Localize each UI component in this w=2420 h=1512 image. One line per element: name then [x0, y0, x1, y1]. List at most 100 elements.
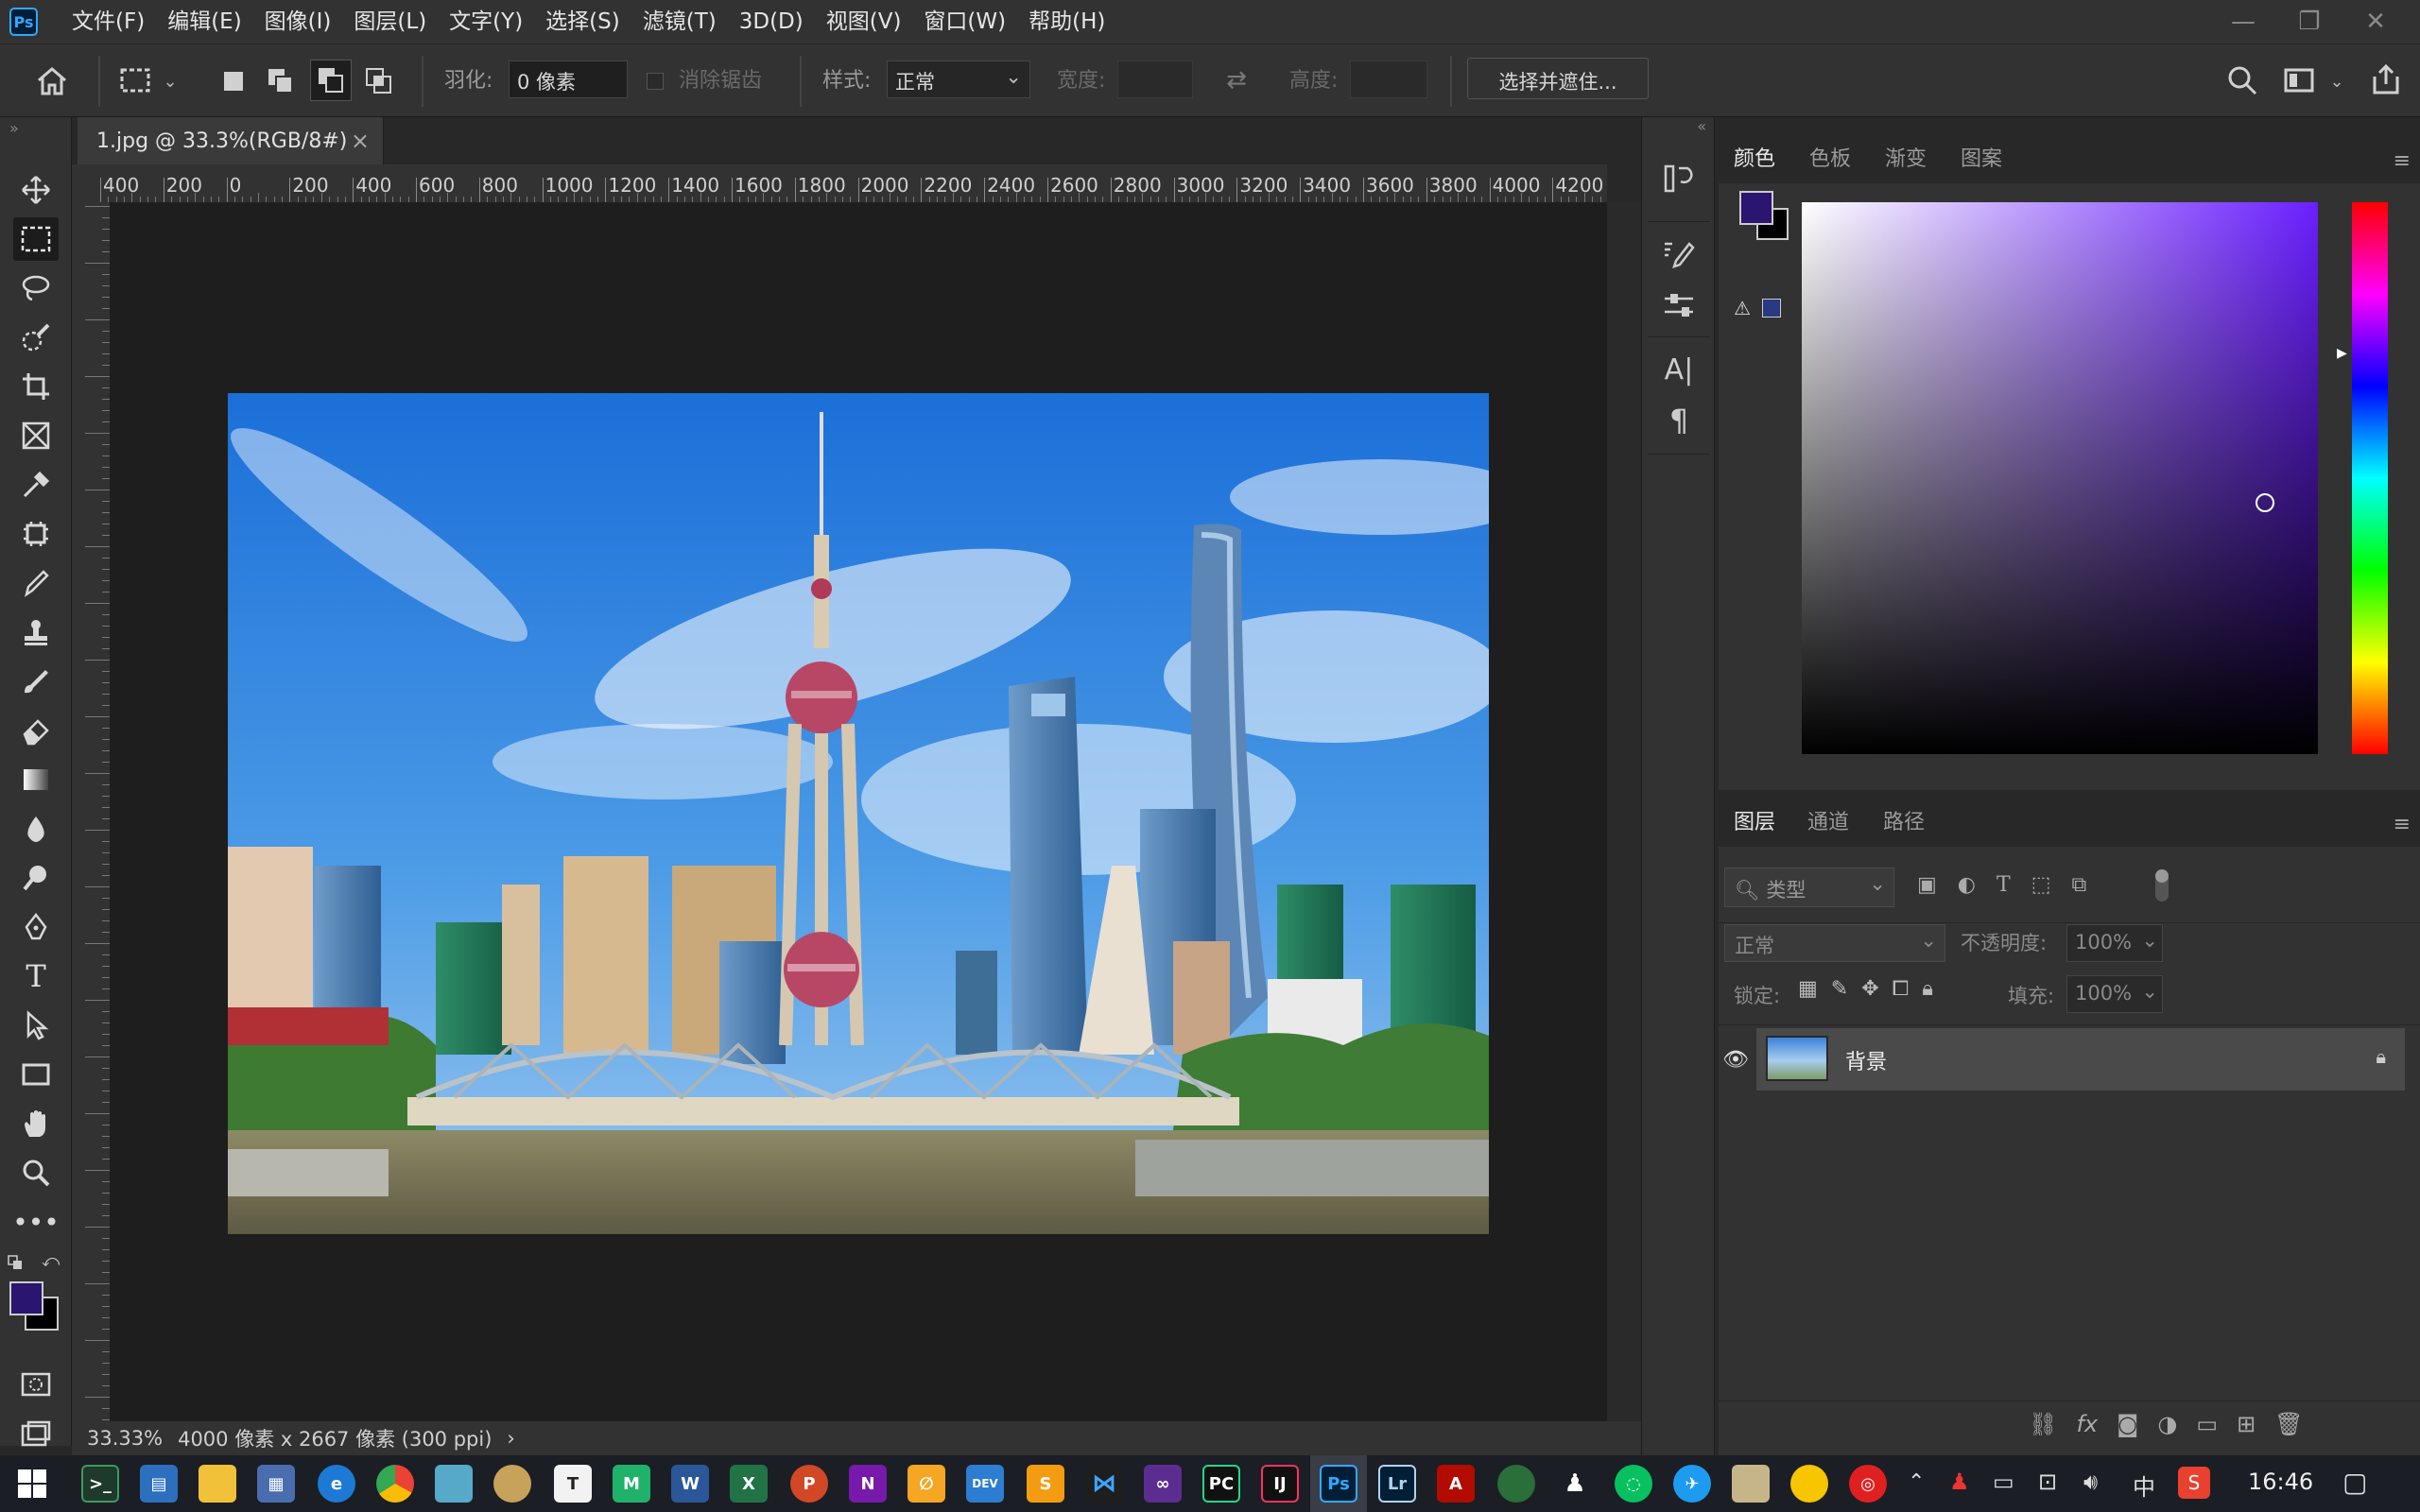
wechat-icon[interactable]: ◌ — [1615, 1465, 1652, 1503]
brush-tool-icon[interactable] — [13, 561, 59, 605]
layer-row[interactable]: 👁︎ 背景 🔒︎ — [1719, 1028, 2420, 1091]
quick-selection-tool-icon[interactable] — [13, 316, 59, 359]
swap-colors-icon[interactable]: ⤺ — [42, 1251, 60, 1271]
web-safe-swatch[interactable] — [1762, 299, 1781, 318]
type-tool-icon[interactable]: T — [13, 954, 59, 998]
panel-menu-icon[interactable]: ≡ — [2394, 149, 2411, 173]
filter-pixel-icon[interactable]: ▣ — [1917, 873, 1937, 902]
menu-3d[interactable]: 3D(D) — [728, 0, 815, 43]
tab-swatches[interactable]: 色板 — [1809, 136, 1851, 183]
menu-type[interactable]: 文字(Y) — [438, 0, 534, 43]
acrobat-icon[interactable]: A — [1437, 1465, 1475, 1503]
quick-mask-icon[interactable] — [13, 1363, 59, 1406]
desktop-app-icon[interactable]: ▤ — [140, 1465, 178, 1503]
dodge-tool-icon[interactable] — [13, 856, 59, 900]
home-icon[interactable] — [30, 60, 74, 103]
game-app-icon[interactable] — [1497, 1465, 1535, 1503]
canvas-area[interactable] — [110, 202, 1607, 1421]
edge-browser-icon[interactable]: e — [318, 1465, 355, 1503]
eyedropper-tool-icon[interactable] — [13, 463, 59, 507]
menu-view[interactable]: 视图(V) — [815, 0, 913, 43]
ime-indicator[interactable]: 中 — [2133, 1469, 2155, 1502]
brush-settings-icon[interactable] — [1655, 231, 1703, 278]
new-selection-icon[interactable] — [214, 61, 253, 101]
character-panel-icon[interactable]: A| — [1655, 346, 1703, 393]
add-mask-icon[interactable]: ◙ — [2117, 1411, 2138, 1437]
swap-arrows-icon[interactable]: ⇄ — [1219, 63, 1253, 97]
typora-icon[interactable]: T — [554, 1465, 592, 1503]
paint-app-icon[interactable] — [493, 1465, 531, 1503]
marquee-tool-preset-icon[interactable] — [113, 60, 157, 103]
menu-layer[interactable]: 图层(L) — [342, 0, 438, 43]
layer-style-icon[interactable]: fx — [2076, 1411, 2098, 1437]
share-icon[interactable] — [2367, 60, 2405, 99]
menu-select[interactable]: 选择(S) — [534, 0, 631, 43]
height-input[interactable] — [1350, 60, 1427, 98]
menu-file[interactable]: 文件(F) — [60, 0, 156, 43]
chevron-down-icon[interactable]: ⌄ — [2325, 67, 2348, 95]
filter-type-icon[interactable]: T — [1996, 873, 2011, 902]
hand-tool-icon[interactable] — [13, 1102, 59, 1145]
path-selection-tool-icon[interactable] — [13, 1004, 59, 1047]
menu-image[interactable]: 图像(I) — [253, 0, 343, 43]
move-tool-icon[interactable] — [13, 168, 59, 212]
link-layers-icon[interactable]: ⛓ — [2029, 1411, 2057, 1437]
paragraph-panel-icon[interactable]: ¶ — [1655, 397, 1703, 444]
dev-cpp-icon[interactable]: DEV — [966, 1465, 1004, 1503]
opacity-input[interactable]: 100% ⌄ — [2066, 924, 2163, 962]
onenote-icon[interactable]: N — [849, 1465, 887, 1503]
color-panel-foreground-swatch[interactable] — [1739, 191, 1773, 225]
workspace-icon[interactable] — [2280, 61, 2318, 99]
frame-tool-icon[interactable] — [13, 414, 59, 457]
filter-toggle[interactable] — [2155, 869, 2169, 902]
gradient-tool-icon[interactable] — [13, 758, 59, 801]
frame-patch-tool-icon[interactable] — [13, 512, 59, 556]
lock-image-icon[interactable]: ✎ — [1831, 977, 1848, 1001]
delete-layer-icon[interactable]: 🗑︎ — [2274, 1411, 2303, 1437]
tab-gradients[interactable]: 渐变 — [1885, 136, 1927, 183]
new-layer-icon[interactable]: ⊞ — [2237, 1411, 2256, 1437]
default-colors-icon[interactable] — [8, 1255, 23, 1269]
feather-input[interactable]: 0 像素 — [509, 60, 628, 98]
lasso-tool-icon[interactable] — [13, 266, 59, 310]
lock-artboard-icon[interactable]: ⧠ — [1893, 977, 1910, 1001]
intellij-icon[interactable]: IJ — [1261, 1465, 1299, 1503]
subtract-selection-icon[interactable] — [310, 60, 352, 101]
tab-layers[interactable]: 图层 — [1734, 799, 1775, 847]
filter-adjustment-icon[interactable]: ◐ — [1958, 873, 1976, 902]
hue-slider[interactable] — [2352, 202, 2388, 754]
more-tools-icon[interactable]: ••• — [12, 1200, 60, 1244]
collapse-arrow-icon[interactable]: « — [1697, 117, 1706, 135]
minimize-button[interactable]: — — [2210, 0, 2276, 43]
layer-filter-select[interactable]: 🔍︎ 类型 ⌄ — [1724, 868, 1894, 907]
notes-app-icon[interactable] — [435, 1465, 473, 1503]
tab-channels[interactable]: 通道 — [1807, 799, 1849, 847]
history-brush-tool-icon[interactable] — [13, 660, 59, 703]
calculator-icon[interactable]: ▦ — [257, 1465, 295, 1503]
width-input[interactable] — [1117, 60, 1193, 98]
pen-tool-icon[interactable] — [13, 905, 59, 949]
eraser-tool-icon[interactable] — [13, 709, 59, 752]
chrome-icon[interactable] — [376, 1465, 414, 1503]
powerpoint-icon[interactable]: P — [790, 1465, 828, 1503]
sogou-ime-icon[interactable]: S — [2178, 1467, 2210, 1499]
select-and-mask-button[interactable]: 选择并遮住... — [1467, 58, 1649, 99]
chevron-down-icon[interactable]: ⌄ — [159, 67, 182, 95]
battery-icon[interactable]: ▭ — [1993, 1469, 2014, 1495]
lock-all-icon[interactable]: 🔒︎ — [1922, 977, 1933, 1001]
document-tab[interactable]: 1.jpg @ 33.3%(RGB/8#) × — [78, 117, 384, 164]
archive-app-icon[interactable] — [1732, 1465, 1770, 1503]
vscode-icon[interactable]: ⋈ — [1085, 1465, 1123, 1503]
lock-position-icon[interactable]: ✥ — [1861, 977, 1878, 1001]
close-tab-icon[interactable]: × — [351, 128, 370, 154]
menu-help[interactable]: 帮助(H) — [1017, 0, 1116, 43]
word-icon[interactable]: W — [671, 1465, 709, 1503]
close-window-button[interactable]: ✕ — [2342, 0, 2409, 43]
adjustments-icon[interactable] — [1655, 282, 1703, 329]
status-menu-arrow[interactable]: › — [507, 1427, 514, 1450]
blend-mode-select[interactable]: 正常 ⌄ — [1724, 924, 1945, 962]
qq-icon[interactable]: ♟ — [1556, 1465, 1594, 1503]
expand-panel-icon[interactable]: » — [9, 119, 19, 137]
zoom-tool-icon[interactable] — [13, 1151, 59, 1194]
file-explorer-icon[interactable] — [199, 1465, 236, 1503]
